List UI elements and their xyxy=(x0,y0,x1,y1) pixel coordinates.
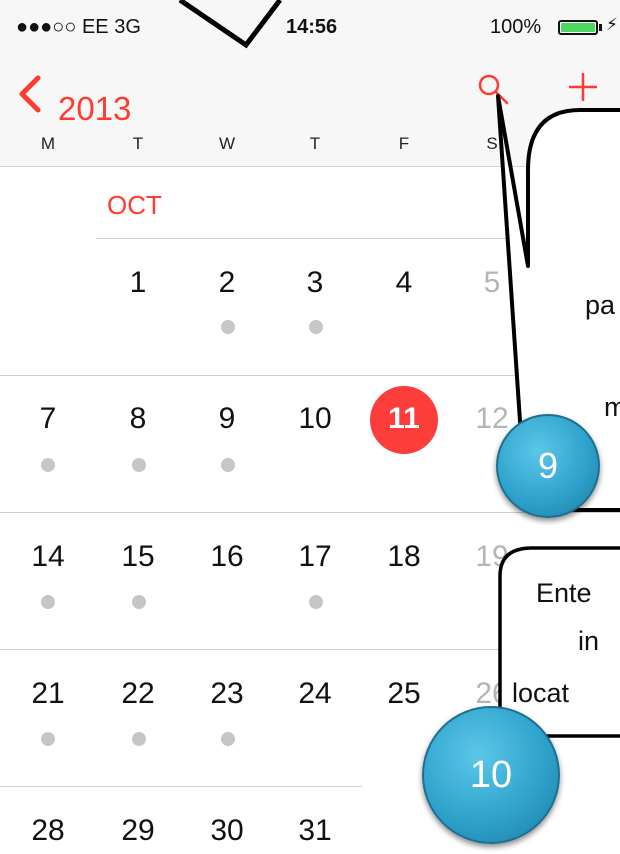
callout-10-text: locat xyxy=(512,678,570,708)
status-bar: ●●●○○ EE 3G 14:56 100% ⚡ xyxy=(0,0,620,50)
calendar-day[interactable]: 5 xyxy=(462,266,522,300)
calendar-day[interactable]: 7 xyxy=(18,402,78,436)
weekday-header: M T W T F S xyxy=(0,130,620,167)
calendar-day[interactable]: 25 xyxy=(374,677,434,711)
back-label: 2013 xyxy=(58,90,132,127)
month-label: OCT xyxy=(107,190,162,220)
today-date[interactable]: 11 xyxy=(370,402,438,436)
event-dot xyxy=(41,732,55,746)
event-dot xyxy=(41,458,55,472)
callout-10-text: Ente xyxy=(536,578,592,608)
calendar-day[interactable]: 22 xyxy=(108,677,168,711)
callout-9-text: m xyxy=(604,392,620,422)
weekday-label: M xyxy=(40,134,56,153)
calendar-day[interactable]: 1 xyxy=(108,266,168,300)
week-divider xyxy=(0,786,362,787)
callout-10-text: in xyxy=(578,626,600,656)
calendar-day[interactable]: 30 xyxy=(197,814,257,848)
calendar-day[interactable]: 24 xyxy=(285,677,345,711)
event-dot xyxy=(309,320,323,334)
weekday-label: T xyxy=(132,134,144,153)
status-time: 14:56 xyxy=(286,16,338,38)
weekday-label: S xyxy=(486,134,498,153)
plus-icon[interactable] xyxy=(566,70,600,104)
week-divider xyxy=(0,375,620,376)
event-dot xyxy=(132,458,146,472)
event-dot xyxy=(41,595,55,609)
battery-tip xyxy=(599,24,602,31)
event-dot xyxy=(309,595,323,609)
navigation-bar: 2013 xyxy=(0,50,620,130)
step-9-number: 9 xyxy=(537,445,559,486)
calendar-day[interactable]: 15 xyxy=(108,540,168,574)
step-10-badge: 10 xyxy=(422,706,560,844)
calendar-day[interactable]: 4 xyxy=(374,266,434,300)
calendar-day[interactable]: 18 xyxy=(374,540,434,574)
bolt-icon: ⚡ xyxy=(606,15,618,34)
weekday-label: F xyxy=(398,134,410,153)
calendar-day[interactable]: 23 xyxy=(197,677,257,711)
battery-percentage: 100% xyxy=(490,16,542,38)
search-icon[interactable] xyxy=(476,72,510,106)
calendar-day[interactable]: 8 xyxy=(108,402,168,436)
step-9-badge: 9 xyxy=(496,414,600,518)
battery-icon xyxy=(558,20,598,35)
event-dot xyxy=(221,458,235,472)
callout-9-text: pa xyxy=(585,290,616,320)
calendar-day[interactable]: 9 xyxy=(197,402,257,436)
calendar-day[interactable]: 3 xyxy=(285,266,345,300)
calendar-day[interactable]: 2 xyxy=(197,266,257,300)
calendar-day[interactable]: 21 xyxy=(18,677,78,711)
chevron-left-icon xyxy=(19,75,41,113)
weekday-label: T xyxy=(309,134,321,153)
calendar-day[interactable]: 28 xyxy=(18,814,78,848)
calendar-day[interactable]: 17 xyxy=(285,540,345,574)
event-dot xyxy=(132,595,146,609)
calendar-day[interactable]: 14 xyxy=(18,540,78,574)
weekday-label: W xyxy=(218,134,236,153)
calendar-day[interactable]: 31 xyxy=(285,814,345,848)
carrier-signal: ●●●○○ EE 3G xyxy=(16,16,141,38)
calendar-day[interactable]: 29 xyxy=(108,814,168,848)
event-dot xyxy=(132,732,146,746)
event-dot xyxy=(221,320,235,334)
month-divider xyxy=(96,238,620,239)
step-10-number: 10 xyxy=(469,754,513,796)
calendar-day[interactable]: 16 xyxy=(197,540,257,574)
event-dot xyxy=(221,732,235,746)
calendar-day[interactable]: 19 xyxy=(462,540,522,574)
calendar-day[interactable]: 10 xyxy=(285,402,345,436)
week-divider xyxy=(0,649,620,650)
